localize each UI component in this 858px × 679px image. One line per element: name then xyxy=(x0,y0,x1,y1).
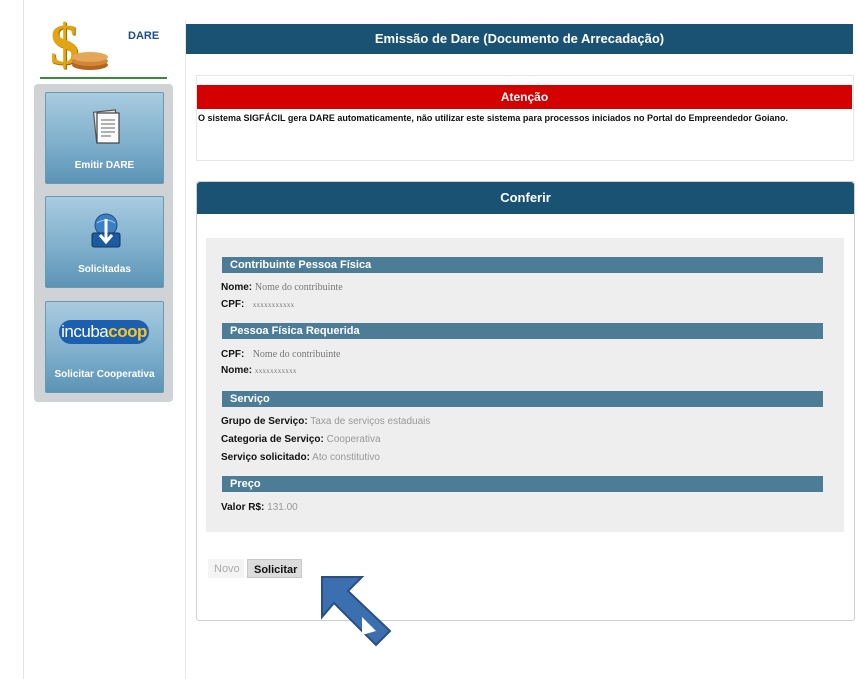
sidebar-item-label: Solicitar Cooperativa xyxy=(54,369,155,380)
field-label: Grupo de Serviço: xyxy=(221,416,308,427)
section-contribuinte: Contribuinte Pessoa Física xyxy=(222,257,823,273)
sidebar-item-emitir-dare[interactable]: Emitir DARE xyxy=(45,92,164,184)
servico-grupo: Grupo de Serviço: Taxa de serviços estad… xyxy=(221,416,430,427)
requerida-cpf: CPF: Nome do contribuinte xyxy=(221,349,340,360)
contribuinte-nome: Nome: Nome do contribuinte xyxy=(221,282,343,293)
pointer-arrow-icon xyxy=(321,576,392,647)
sidebar-item-label: Solicitadas xyxy=(78,264,131,275)
notice-text: O sistema SIGFÁCIL gera DARE automaticam… xyxy=(198,113,788,123)
download-globe-icon xyxy=(91,213,121,248)
servico-solicitado: Serviço solicitado: Ato constitutivo xyxy=(221,452,380,463)
field-value: xxxxxxxxxxx xyxy=(252,301,295,309)
section-preco: Preço xyxy=(222,476,823,492)
contribuinte-cpf: CPF: xxxxxxxxxxx xyxy=(221,299,295,310)
section-requerida: Pessoa Física Requerida xyxy=(222,323,823,339)
requerida-nome: Nome: xxxxxxxxxxx xyxy=(221,365,297,376)
field-value: Nome do contribuinte xyxy=(254,282,343,293)
field-value: Taxa de serviços estaduais xyxy=(310,416,431,427)
field-label: CPF: xyxy=(221,299,245,310)
field-label: Nome: xyxy=(221,365,253,376)
preco-valor: Valor R$: 131.00 xyxy=(221,502,298,513)
field-value: Ato constitutivo xyxy=(312,452,380,463)
logo-text-coop: coop xyxy=(108,322,147,341)
sidebar-item-label: Emitir DARE xyxy=(74,160,135,171)
logo-text-incuba: incuba xyxy=(61,322,109,341)
notice-title: Atenção xyxy=(197,85,852,109)
content-divider xyxy=(185,20,186,679)
field-value: 131.00 xyxy=(267,502,298,513)
field-label: Nome: xyxy=(221,282,253,293)
logo-underline xyxy=(40,77,167,79)
section-servico: Serviço xyxy=(222,391,823,407)
field-label: Categoria de Serviço: xyxy=(221,434,324,445)
notice-box: Atenção O sistema SIGFÁCIL gera DARE aut… xyxy=(196,75,854,161)
document-icon xyxy=(92,109,120,144)
field-label: Serviço solicitado: xyxy=(221,452,310,463)
solicitar-button[interactable]: Solicitar xyxy=(247,559,302,578)
sidebar-item-solicitadas[interactable]: Solicitadas xyxy=(45,196,164,288)
dare-logo[interactable]: $ DARE xyxy=(40,12,167,78)
incubacoop-logo: incubacoop xyxy=(59,320,149,344)
field-label: Valor R$: xyxy=(221,502,265,513)
logo-label: DARE xyxy=(128,30,160,42)
field-value: Nome do contribuinte xyxy=(252,349,341,360)
summary-panel: Contribuinte Pessoa Física Nome: Nome do… xyxy=(206,238,844,532)
servico-categoria: Categoria de Serviço: Cooperativa xyxy=(221,434,381,445)
coins-icon xyxy=(72,52,108,70)
field-label: CPF: xyxy=(221,349,245,360)
conferir-card: Conferir Contribuinte Pessoa Física Nome… xyxy=(196,181,855,621)
card-title: Conferir xyxy=(197,182,854,214)
field-value: Cooperativa xyxy=(326,434,381,445)
page-title: Emissão de Dare (Documento de Arrecadaçã… xyxy=(186,24,853,54)
sidebar-item-solicitar-cooperativa[interactable]: incubacoop Solicitar Cooperativa xyxy=(45,301,164,393)
novo-button[interactable]: Novo xyxy=(208,559,244,578)
field-value: xxxxxxxxxxx xyxy=(254,367,297,375)
left-divider xyxy=(23,0,24,679)
sidebar: Emitir DARE Solicitadas incubacoop Solic… xyxy=(34,84,173,402)
